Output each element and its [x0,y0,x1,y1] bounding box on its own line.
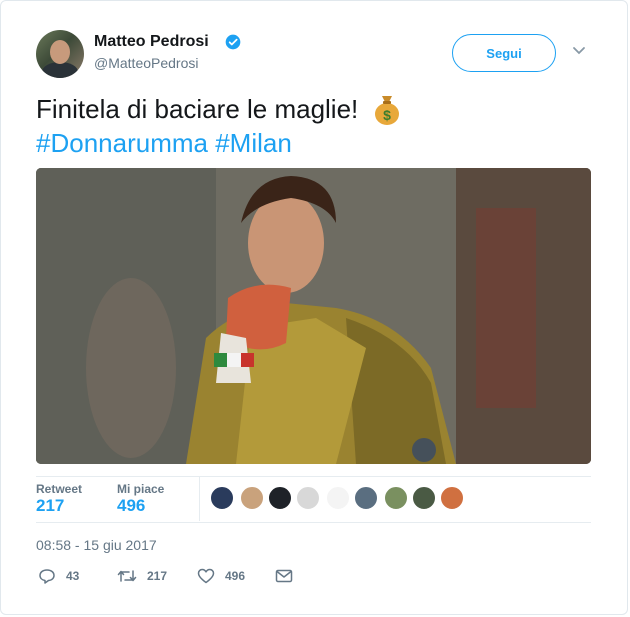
liker-avatar[interactable] [384,486,408,510]
reply-action[interactable]: 43 [38,566,79,586]
stats-separator [199,477,200,521]
goalkeeper-photo-icon [36,168,591,464]
author-name[interactable]: Matteo Pedrosi [94,33,209,51]
verified-badge-icon [225,34,241,50]
likes-count[interactable]: 496 [117,496,145,516]
follow-button[interactable]: Segui [452,34,556,72]
money-bag-icon: $ [374,96,399,125]
liker-avatar[interactable] [240,486,264,510]
svg-text:$: $ [383,107,391,123]
author-handle[interactable]: @MatteoPedrosi [94,55,198,71]
tweet-photo[interactable] [36,168,591,464]
liker-avatar[interactable] [326,486,350,510]
retweets-label[interactable]: Retweet [36,482,82,496]
liker-avatar[interactable] [440,486,464,510]
heart-icon [197,568,215,584]
like-count: 496 [225,569,246,583]
liker-avatar[interactable] [268,486,292,510]
retweet-action[interactable]: 217 [117,566,167,586]
likes-label[interactable]: Mi piace [117,482,164,496]
stats-divider-bottom [36,522,591,523]
retweet-icon [117,570,137,582]
chevron-down-icon[interactable] [572,46,586,56]
liker-avatar[interactable] [296,486,320,510]
like-action[interactable]: 496 [197,566,245,586]
author-avatar[interactable] [36,30,84,78]
liker-avatar[interactable] [354,486,378,510]
reply-count: 43 [66,569,80,583]
liker-avatar[interactable] [210,486,234,510]
retweet-count: 217 [147,569,168,583]
tweet-hashtags[interactable]: #Donnarumma #Milan [36,126,292,160]
tweet-text-body: Finitela di baciare le maglie! [36,94,359,124]
tweet-text: Finitela di baciare le maglie! $ [36,92,402,126]
retweets-count[interactable]: 217 [36,496,64,516]
envelope-icon [275,569,293,583]
reply-icon [39,569,55,584]
tweet-timestamp[interactable]: 08:58 - 15 giu 2017 [36,537,157,553]
direct-message-action[interactable] [275,566,303,586]
liker-avatar[interactable] [412,486,436,510]
stats-divider-top [36,476,591,477]
